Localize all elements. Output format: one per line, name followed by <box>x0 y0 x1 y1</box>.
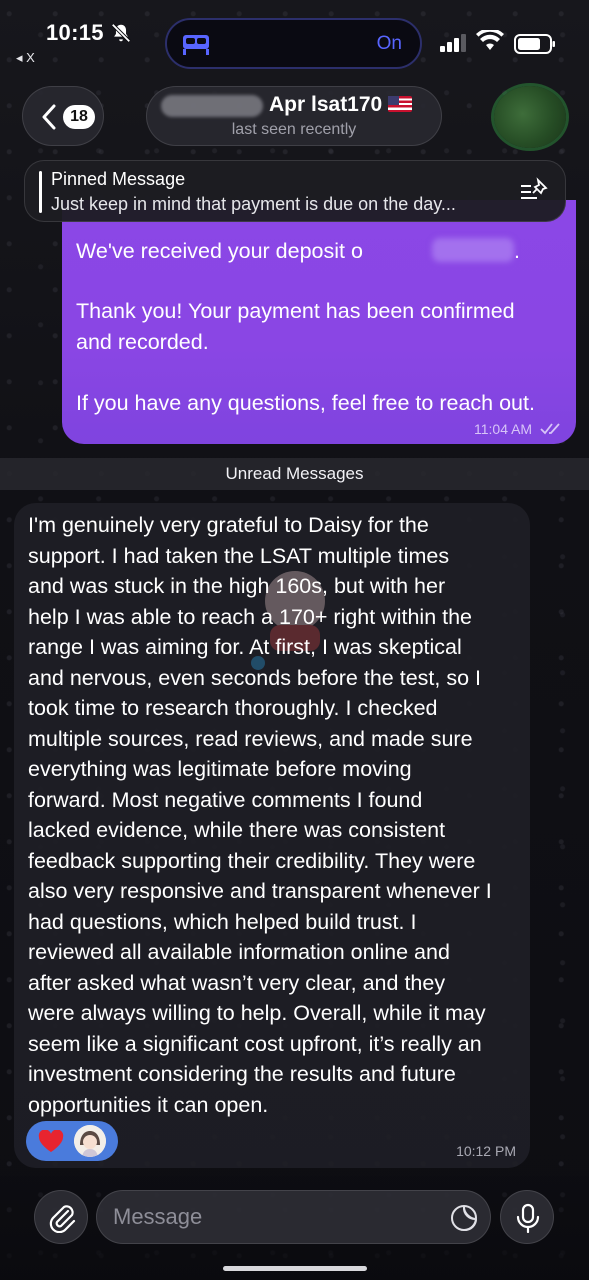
sticker-icon[interactable] <box>450 1204 478 1232</box>
reactor-avatar <box>74 1125 106 1157</box>
pinned-list-icon[interactable] <box>519 177 549 205</box>
message-line: I'm genuinely very grateful to Daisy for… <box>28 513 429 537</box>
bed-icon <box>183 35 209 55</box>
attach-button[interactable] <box>34 1190 88 1244</box>
chat-title-button[interactable]: Apr lsat170 last seen recently <box>146 86 442 146</box>
message-line: and nervous, even seconds before the tes… <box>28 665 481 690</box>
pinned-text: Just keep in mind that payment is due on… <box>51 194 456 214</box>
message-line: seem like a significant cost upfront, it… <box>28 1031 482 1056</box>
battery-icon <box>514 34 555 54</box>
unread-label: Unread Messages <box>225 464 364 483</box>
pinned-title: Pinned Message <box>51 169 186 189</box>
focus-status-text: On <box>376 33 402 54</box>
microphone-button[interactable] <box>500 1190 554 1244</box>
unread-messages-divider: Unread Messages <box>0 458 589 490</box>
last-seen-status: last seen recently <box>231 121 357 138</box>
chat-name: Apr lsat170 <box>269 93 413 117</box>
message-line: . <box>514 239 520 263</box>
message-line: were always willing to help. Overall, wh… <box>28 1001 486 1025</box>
message-line: everything was legitimate before moving <box>28 757 412 781</box>
status-time: 10:15 <box>46 20 104 45</box>
paperclip-icon <box>49 1205 76 1233</box>
message-line: We've received your deposit o <box>76 239 363 263</box>
double-check-icon <box>540 423 560 435</box>
message-line: Thank you! Your payment has been confirm… <box>76 299 515 323</box>
message-line: help I was able to reach a 170+ right wi… <box>28 604 473 629</box>
unread-count-badge: 18 <box>63 105 95 129</box>
outgoing-message-bubble[interactable]: We've received your deposit o . Thank yo… <box>62 200 576 444</box>
chevron-left-icon <box>42 104 56 130</box>
pinned-indicator <box>39 171 42 213</box>
wifi-icon <box>476 30 504 50</box>
message-line: and was stuck in the high 160s, but with… <box>28 574 446 598</box>
message-input[interactable] <box>113 1191 433 1243</box>
composer-bar <box>0 1176 589 1280</box>
message-line: reviewed all available information onlin… <box>28 940 450 964</box>
message-line: opportunities it can open. <box>28 1092 269 1117</box>
message-meta: 11:04 AM <box>474 421 564 437</box>
status-bar: 10:15 ◂ X On <box>0 0 589 70</box>
message-line: investment considering the results and f… <box>28 1062 456 1086</box>
message-line: feedback supporting their credibility. T… <box>28 848 476 873</box>
avatar-illustration <box>74 1125 106 1157</box>
pinned-message-bar[interactable]: Pinned Message Just keep in mind that pa… <box>24 160 566 222</box>
message-line: had questions, which helped build trust.… <box>28 909 417 934</box>
bell-slash-icon <box>111 23 131 43</box>
message-time: 11:04 AM <box>473 421 533 437</box>
back-button[interactable]: 18 <box>22 86 104 146</box>
message-input-container[interactable] <box>96 1190 491 1244</box>
message-time: 10:12 PM <box>456 1143 516 1159</box>
heart-icon <box>38 1130 64 1152</box>
redacted-amount-blur <box>432 238 514 262</box>
message-line: lacked evidence, while there was consist… <box>28 818 446 842</box>
contact-avatar[interactable] <box>494 86 566 148</box>
message-line: multiple sources, read reviews, and made… <box>28 726 473 751</box>
message-line: also very responsive and transparent whe… <box>28 879 492 903</box>
message-line: and recorded. <box>76 330 209 354</box>
microphone-icon <box>516 1203 540 1233</box>
cellular-signal-icon <box>440 34 466 52</box>
message-line: If you have any questions, feel free to … <box>76 391 535 415</box>
message-line: range I was aiming for. At first, I was … <box>28 635 462 659</box>
message-line: support. I had taken the LSAT multiple t… <box>28 543 450 568</box>
message-line: took time to research thoroughly. I chec… <box>28 696 438 720</box>
us-flag-icon <box>388 96 413 112</box>
dynamic-island[interactable]: On <box>165 18 422 69</box>
incoming-message-bubble[interactable]: I'm genuinely very grateful to Daisy for… <box>14 503 530 1168</box>
reaction-pill[interactable] <box>26 1121 118 1161</box>
message-line: forward. Most negative comments I found <box>28 787 423 812</box>
home-indicator[interactable] <box>223 1266 367 1271</box>
message-line: after asked what wasn’t very clear, and … <box>28 970 446 995</box>
back-to-app-link[interactable]: ◂ X <box>16 50 35 66</box>
redacted-name-blur <box>161 95 263 117</box>
